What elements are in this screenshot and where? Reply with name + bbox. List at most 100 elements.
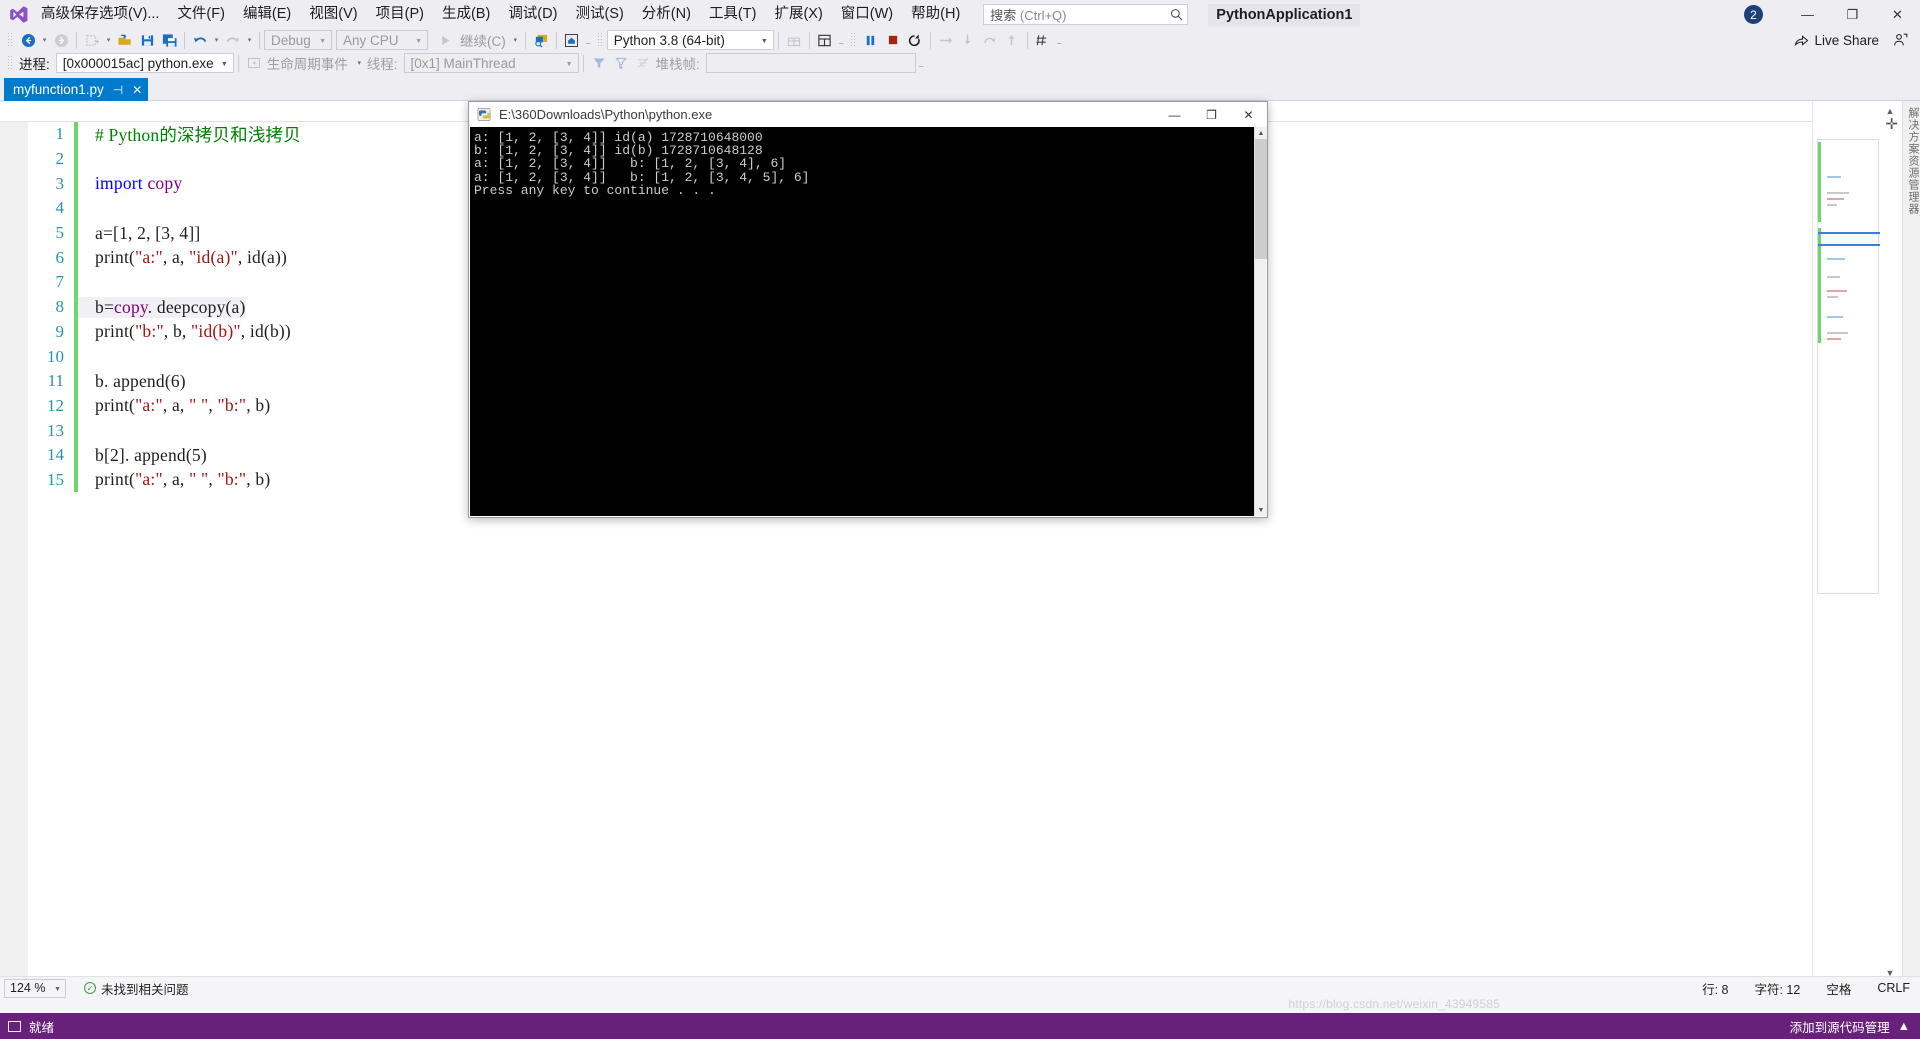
navigate-back-icon[interactable] bbox=[17, 30, 39, 50]
toolbar-grip[interactable] bbox=[849, 32, 857, 48]
hot-reload-icon[interactable] bbox=[1032, 30, 1054, 50]
live-share-button[interactable]: Live Share bbox=[1794, 33, 1879, 48]
status-bar-right[interactable]: 添加到源代码管理 ▲ bbox=[1790, 1017, 1920, 1036]
close-icon[interactable]: ✕ bbox=[132, 83, 142, 97]
window-layout-icon[interactable] bbox=[814, 30, 836, 50]
home-icon[interactable] bbox=[561, 30, 583, 50]
pause-icon[interactable] bbox=[860, 30, 882, 50]
menu-item-extensions[interactable]: 扩展(X) bbox=[765, 0, 831, 29]
minimap[interactable] bbox=[1817, 139, 1880, 594]
menu-item-analyze[interactable]: 分析(N) bbox=[633, 0, 700, 29]
continue-dropdown[interactable]: ▾ bbox=[510, 30, 521, 50]
save-all-icon[interactable] bbox=[158, 30, 180, 50]
save-icon[interactable] bbox=[136, 30, 158, 50]
code-text[interactable] bbox=[78, 346, 100, 367]
code-text[interactable]: print("a:", a, " ", "b:", b) bbox=[78, 469, 270, 490]
open-file-icon[interactable] bbox=[114, 30, 136, 50]
menu-item-debug[interactable]: 调试(D) bbox=[499, 0, 566, 29]
stackframe-combo[interactable] bbox=[705, 53, 916, 73]
code-text[interactable]: import copy bbox=[78, 173, 182, 194]
new-project-icon[interactable] bbox=[81, 30, 103, 50]
toolbar-grip[interactable] bbox=[596, 32, 604, 48]
python-console-window[interactable]: E:\360Downloads\Python\python.exe — ❐ ✕ … bbox=[468, 101, 1268, 518]
undo-icon[interactable] bbox=[189, 30, 211, 50]
solution-explorer-strip[interactable]: 解决方案资源管理器 bbox=[1902, 101, 1920, 999]
add-icon[interactable]: ✛ bbox=[1885, 115, 1898, 133]
home-dropdown[interactable]: _ bbox=[583, 30, 594, 50]
step-into-icon[interactable] bbox=[957, 30, 979, 50]
scrollbar-thumb[interactable] bbox=[1255, 139, 1267, 259]
console-title-bar[interactable]: E:\360Downloads\Python\python.exe — ❐ ✕ bbox=[469, 102, 1267, 127]
lifecycle-events-dropdown[interactable]: ▾ bbox=[354, 53, 365, 73]
menu-item-file[interactable]: 文件(F) bbox=[168, 0, 234, 29]
code-text[interactable]: b[2]. append(5) bbox=[78, 445, 207, 466]
lifecycle-events-label[interactable]: 生命周期事件 bbox=[265, 53, 354, 73]
glyph-margin[interactable] bbox=[0, 122, 28, 999]
lifecycle-events-icon[interactable] bbox=[243, 53, 265, 73]
console-scrollbar[interactable]: ▲ ▼ bbox=[1254, 127, 1267, 516]
menu-item-tools[interactable]: 工具(T) bbox=[700, 0, 766, 29]
tab-myfunction1-py[interactable]: myfunction1.py ⊣ ✕ bbox=[4, 78, 149, 101]
continue-button-label[interactable]: 继续(C) bbox=[456, 30, 510, 50]
hot-reload-dropdown[interactable]: _ bbox=[1054, 30, 1065, 50]
scroll-up-icon[interactable]: ▲ bbox=[1255, 127, 1267, 139]
navigate-forward-icon[interactable] bbox=[50, 30, 72, 50]
toolbar-grip[interactable] bbox=[7, 32, 14, 48]
thread-combo[interactable]: [0x1] MainThread ▼ bbox=[403, 53, 579, 73]
search-input[interactable]: 搜索 (Ctrl+Q) bbox=[983, 4, 1189, 25]
navigate-back-dropdown[interactable]: ▾ bbox=[39, 30, 50, 50]
feedback-icon[interactable] bbox=[1893, 33, 1908, 47]
menu-item-help[interactable]: 帮助(H) bbox=[902, 0, 969, 29]
filter-clear-icon[interactable] bbox=[610, 53, 632, 73]
new-project-dropdown[interactable]: ▾ bbox=[103, 30, 114, 50]
menu-item-project[interactable]: 项目(P) bbox=[367, 0, 433, 29]
window-layout-dropdown[interactable]: _ bbox=[836, 30, 847, 50]
code-text[interactable]: # Python的深拷贝和浅拷贝 bbox=[78, 122, 301, 147]
redo-dropdown[interactable]: ▾ bbox=[244, 30, 255, 50]
undo-dropdown[interactable]: ▾ bbox=[211, 30, 222, 50]
code-text[interactable]: b. append(6) bbox=[78, 371, 186, 392]
menu-item-advanced-save[interactable]: 高级保存选项(V)... bbox=[32, 0, 168, 29]
code-text[interactable]: print("b:", b, "id(b)", id(b)) bbox=[78, 321, 291, 342]
minimap-viewport[interactable] bbox=[1818, 232, 1880, 246]
notification-badge[interactable]: 2 bbox=[1744, 5, 1763, 24]
chevron-up-icon[interactable]: ▲ bbox=[1898, 1019, 1910, 1033]
code-text[interactable] bbox=[78, 149, 100, 170]
menu-item-edit[interactable]: 编辑(E) bbox=[234, 0, 300, 29]
step-out-icon[interactable] bbox=[979, 30, 1001, 50]
minimize-button[interactable]: — bbox=[1785, 0, 1830, 29]
step-over-icon[interactable] bbox=[935, 30, 957, 50]
console-close-button[interactable]: ✕ bbox=[1230, 102, 1267, 127]
stop-icon[interactable] bbox=[882, 30, 904, 50]
filter-icon[interactable] bbox=[588, 53, 610, 73]
code-text[interactable]: b=copy. deepcopy(a) bbox=[78, 296, 246, 318]
code-text[interactable]: print("a:", a, "id(a)", id(a)) bbox=[78, 247, 287, 268]
menu-item-view[interactable]: 视图(V) bbox=[300, 0, 366, 29]
code-text[interactable] bbox=[78, 272, 100, 293]
toolbar-grip[interactable] bbox=[7, 55, 14, 71]
debugbar-overflow[interactable]: _ bbox=[916, 53, 927, 73]
scroll-down-icon[interactable]: ▼ bbox=[1255, 504, 1267, 516]
gift-icon[interactable] bbox=[783, 30, 805, 50]
play-icon[interactable] bbox=[434, 30, 456, 50]
close-button[interactable]: ✕ bbox=[1875, 0, 1920, 29]
menu-item-test[interactable]: 测试(S) bbox=[566, 0, 632, 29]
process-combo[interactable]: [0x000015ac] python.exe ▼ bbox=[55, 53, 234, 73]
menu-item-build[interactable]: 生成(B) bbox=[433, 0, 499, 29]
indentation-label[interactable]: 空格 bbox=[1826, 979, 1851, 998]
solution-configuration-combo[interactable]: Debug ▼ bbox=[264, 30, 332, 50]
code-text[interactable] bbox=[78, 420, 100, 441]
solution-platform-combo[interactable]: Any CPU ▼ bbox=[336, 30, 428, 50]
step-up-icon[interactable] bbox=[1001, 30, 1023, 50]
python-interpreter-combo[interactable]: Python 3.8 (64-bit) ▼ bbox=[606, 30, 774, 50]
maximize-button[interactable]: ❐ bbox=[1830, 0, 1875, 29]
pin-icon[interactable]: ⊣ bbox=[113, 83, 123, 97]
code-text[interactable] bbox=[78, 198, 100, 219]
attach-to-process-icon[interactable] bbox=[530, 30, 552, 50]
code-text[interactable]: a=[1, 2, [3, 4]] bbox=[78, 223, 200, 244]
redo-icon[interactable] bbox=[222, 30, 244, 50]
code-text[interactable]: print("a:", a, " ", "b:", b) bbox=[78, 395, 270, 416]
zoom-level-combo[interactable]: 124 % ▼ bbox=[4, 978, 66, 998]
menu-item-window[interactable]: 窗口(W) bbox=[832, 0, 902, 29]
console-minimize-button[interactable]: — bbox=[1156, 102, 1193, 127]
